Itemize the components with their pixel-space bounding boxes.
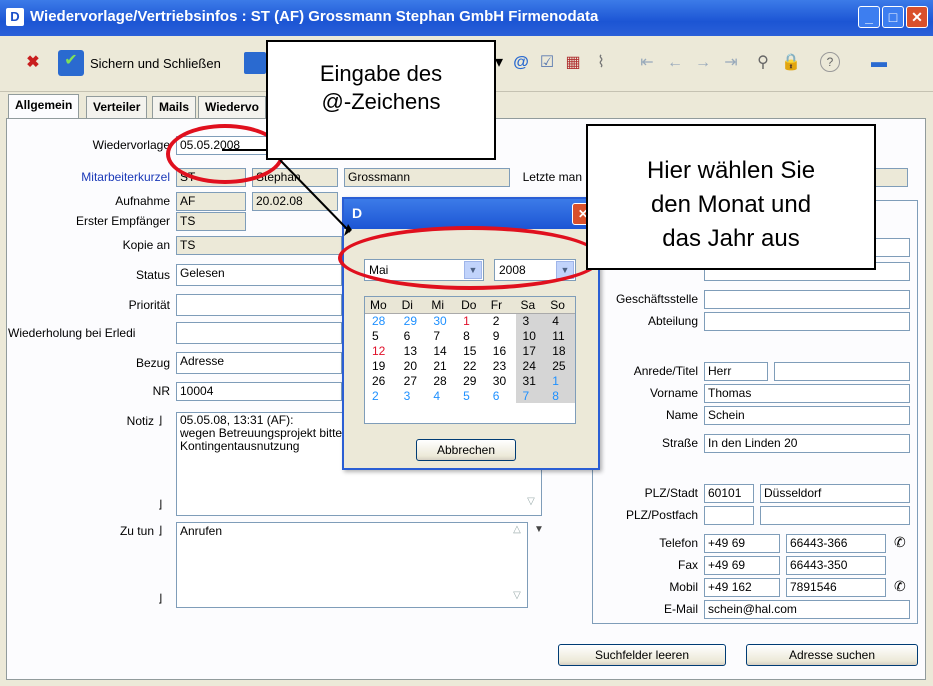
callout-arrow-layer — [222, 149, 352, 236]
callout-pointer-line-2 — [279, 159, 351, 233]
